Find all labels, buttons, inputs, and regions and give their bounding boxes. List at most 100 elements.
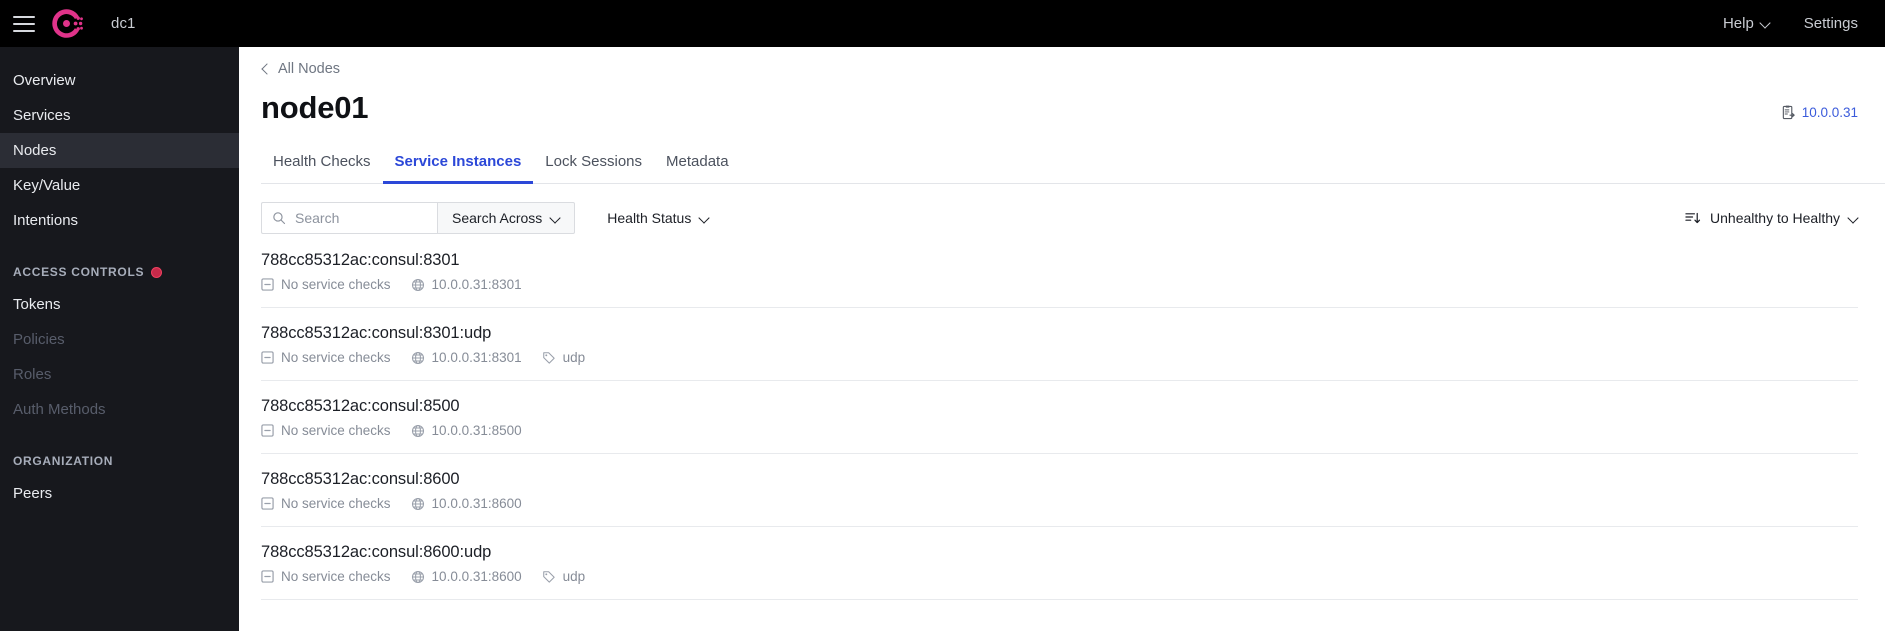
- service-checks-label: No service checks: [281, 277, 391, 293]
- globe-icon: [411, 570, 425, 584]
- service-checks-label: No service checks: [281, 423, 391, 439]
- sidebar-item-services[interactable]: Services: [0, 98, 239, 133]
- search-icon: [272, 211, 286, 225]
- list-item[interactable]: 788cc85312ac:consul:8301:udp No service …: [261, 308, 1858, 382]
- list-item[interactable]: 788cc85312ac:consul:8600 No service chec…: [261, 454, 1858, 528]
- sidebar-item-label: Services: [13, 107, 71, 124]
- sidebar-item-label: Auth Methods: [13, 401, 106, 418]
- tab-label: Metadata: [666, 153, 729, 171]
- chevron-down-icon: [700, 214, 709, 223]
- service-address: 10.0.0.31:8600: [411, 496, 522, 511]
- chevron-down-icon: [1849, 214, 1858, 223]
- minus-square-icon: [261, 424, 274, 437]
- tab-label: Lock Sessions: [545, 153, 643, 171]
- service-instance-meta: No service checks 10.0.0.31:8600: [261, 569, 1858, 584]
- health-status-dropdown[interactable]: Health Status: [593, 202, 723, 234]
- consul-logo[interactable]: [47, 4, 87, 44]
- sidebar-item-label: Policies: [13, 331, 65, 348]
- page-title-row: node01 10.0.0.31: [261, 90, 1858, 125]
- sidebar-item-roles: Roles: [0, 357, 239, 392]
- globe-icon: [411, 351, 425, 365]
- search-field-wrapper[interactable]: Search: [261, 202, 437, 235]
- copy-clipboard-icon: [1781, 105, 1796, 120]
- globe-icon: [411, 497, 425, 511]
- sidebar-section-organization: ORGANIZATION: [0, 446, 239, 476]
- top-bar-right: Help Settings: [1723, 15, 1885, 32]
- minus-square-icon: [261, 278, 274, 291]
- node-address-value: 10.0.0.31: [1801, 105, 1858, 121]
- search-across-label: Search Across: [452, 210, 543, 227]
- tab-label: Service Instances: [394, 153, 522, 171]
- sidebar-item-auth-methods: Auth Methods: [0, 392, 239, 427]
- page-title: node01: [261, 90, 369, 125]
- service-instance-meta: No service checks 10.0.0.31:8301: [261, 350, 1858, 365]
- service-checks-status: No service checks: [261, 423, 391, 438]
- service-instance-name: 788cc85312ac:consul:8600: [261, 470, 460, 489]
- search-across-dropdown[interactable]: Search Across: [437, 202, 576, 235]
- chevron-left-icon: [261, 65, 270, 74]
- hamburger-icon[interactable]: [13, 15, 35, 32]
- list-item[interactable]: 788cc85312ac:consul:8600:udp No service …: [261, 527, 1858, 601]
- service-instance-meta: No service checks 10.0.0.31:8500: [261, 423, 1858, 438]
- tag-icon: [542, 351, 556, 365]
- tag-icon: [542, 570, 556, 584]
- globe-icon: [411, 278, 425, 292]
- datacenter-selector[interactable]: dc1: [111, 15, 136, 32]
- health-status-label: Health Status: [607, 210, 692, 227]
- chevron-down-icon: [1761, 19, 1770, 28]
- tab-lock-sessions[interactable]: Lock Sessions: [533, 149, 654, 184]
- service-tag-label: udp: [562, 350, 586, 366]
- status-dot-icon: [151, 266, 163, 278]
- main-content: All Nodes node01 10.0.0.31 Health Checks…: [239, 47, 1885, 631]
- node-address-copy[interactable]: 10.0.0.31: [1781, 105, 1858, 125]
- list-item[interactable]: 788cc85312ac:consul:8301 No service chec…: [261, 235, 1858, 309]
- service-tag: udp: [542, 569, 585, 584]
- service-instances-list: 788cc85312ac:consul:8301 No service chec…: [261, 235, 1858, 601]
- top-bar: dc1 Help Settings: [0, 0, 1885, 47]
- sidebar-item-intentions[interactable]: Intentions: [0, 203, 239, 238]
- service-checks-status: No service checks: [261, 569, 391, 584]
- sidebar-item-key-value[interactable]: Key/Value: [0, 168, 239, 203]
- service-checks-status: No service checks: [261, 496, 391, 511]
- tab-health-checks[interactable]: Health Checks: [261, 149, 383, 184]
- service-checks-status: No service checks: [261, 350, 391, 365]
- settings-label: Settings: [1803, 15, 1858, 32]
- sidebar: Overview Services Nodes Key/Value Intent…: [0, 47, 239, 631]
- service-tag: udp: [542, 350, 586, 366]
- help-label: Help: [1722, 15, 1754, 32]
- service-instance-name: 788cc85312ac:consul:8301: [261, 251, 460, 270]
- service-checks-label: No service checks: [281, 569, 391, 585]
- settings-link[interactable]: Settings: [1804, 15, 1858, 32]
- tab-bar: Health Checks Service Instances Lock Ses…: [261, 149, 1885, 185]
- list-item[interactable]: 788cc85312ac:consul:8500 No service chec…: [261, 381, 1858, 455]
- tab-service-instances[interactable]: Service Instances: [382, 149, 534, 185]
- sidebar-item-label: Roles: [13, 366, 52, 383]
- service-instance-name: 788cc85312ac:consul:8301:udp: [261, 324, 492, 343]
- sidebar-item-peers[interactable]: Peers: [0, 476, 239, 511]
- sidebar-item-label: Peers: [13, 485, 53, 502]
- help-menu[interactable]: Help: [1723, 15, 1770, 32]
- sort-dropdown[interactable]: Unhealthy to Healthy: [1685, 210, 1858, 226]
- sidebar-item-nodes[interactable]: Nodes: [0, 133, 239, 168]
- service-instance-meta: No service checks 10.0.0.31:8301: [261, 277, 1858, 292]
- service-checks-label: No service checks: [281, 496, 391, 512]
- minus-square-icon: [261, 351, 274, 364]
- globe-icon: [411, 424, 425, 438]
- sidebar-section-label: ACCESS CONTROLS: [13, 265, 145, 279]
- sidebar-section-label: ORGANIZATION: [13, 454, 114, 468]
- search-input[interactable]: Search: [295, 210, 339, 226]
- chevron-down-icon: [551, 214, 560, 223]
- sidebar-item-policies: Policies: [0, 322, 239, 357]
- sidebar-item-label: Overview: [13, 72, 76, 89]
- service-checks-status: No service checks: [261, 277, 391, 292]
- minus-square-icon: [261, 570, 274, 583]
- sidebar-item-overview[interactable]: Overview: [0, 63, 239, 98]
- service-instance-meta: No service checks 10.0.0.31:8600: [261, 496, 1858, 511]
- tab-metadata[interactable]: Metadata: [654, 149, 741, 184]
- sidebar-item-label: Nodes: [13, 142, 57, 159]
- breadcrumb[interactable]: All Nodes: [261, 61, 340, 77]
- sidebar-item-label: Key/Value: [13, 177, 81, 194]
- service-instance-name: 788cc85312ac:consul:8600:udp: [261, 543, 492, 562]
- sidebar-item-tokens[interactable]: Tokens: [0, 287, 239, 322]
- service-address: 10.0.0.31:8600: [411, 569, 522, 584]
